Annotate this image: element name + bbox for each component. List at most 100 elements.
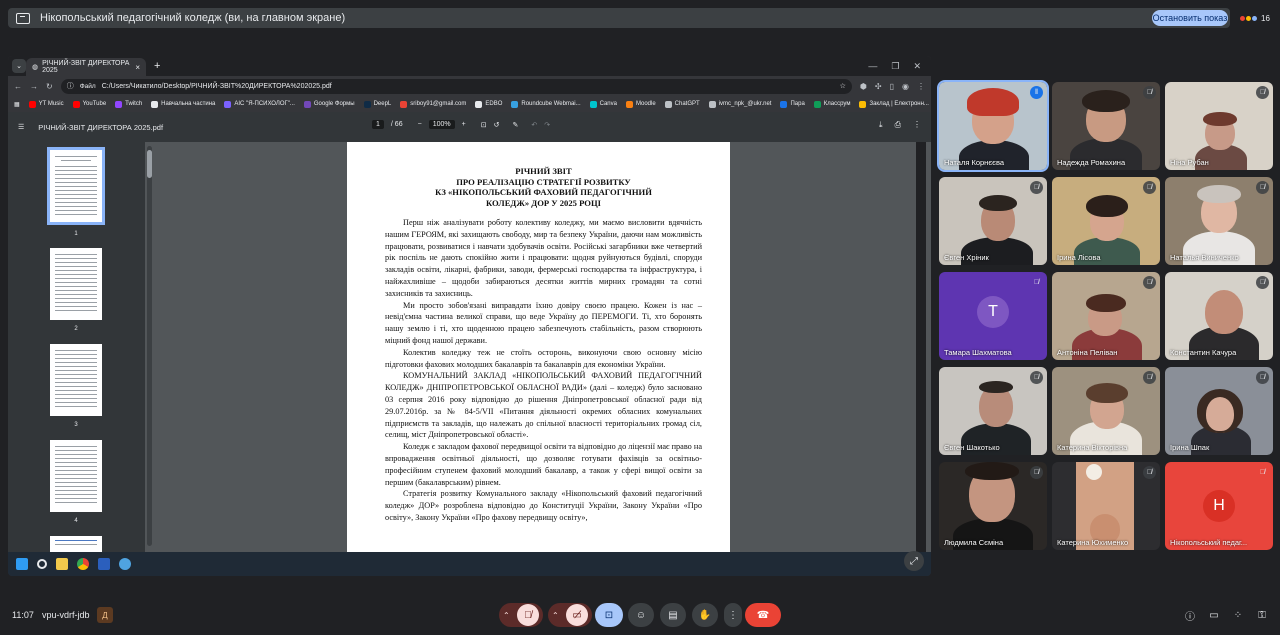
leave-call-button[interactable]: ☎: [745, 603, 781, 627]
restore-icon[interactable]: ❐: [891, 61, 899, 72]
bookmark-item[interactable]: Moodle: [625, 100, 656, 108]
window-close-icon[interactable]: ✕: [913, 61, 921, 72]
search-icon[interactable]: [37, 559, 47, 569]
participant-tile[interactable]: 🎙̸ Наталья Виниченко: [1165, 177, 1273, 265]
bookmark-item[interactable]: EDBO: [475, 100, 502, 108]
split-view-icon[interactable]: ▯: [890, 82, 894, 91]
rotate-icon[interactable]: ↺: [494, 121, 500, 129]
app-icon[interactable]: [119, 558, 131, 570]
host-controls-icon[interactable]: ⚿: [1254, 607, 1270, 623]
chrome-icon[interactable]: [77, 558, 89, 570]
bookmark-item[interactable]: Навчальна частина: [151, 100, 215, 108]
page-thumbnail[interactable]: [50, 344, 102, 416]
chat-icon[interactable]: ▭: [1206, 607, 1222, 623]
bookmark-item[interactable]: Google Формы: [303, 100, 355, 108]
participant-tile[interactable]: 🎙̸ Ірина Шпак: [1165, 367, 1273, 455]
fit-page-icon[interactable]: ⊡: [481, 121, 487, 129]
participant-tile[interactable]: 🎙̸ Людмила Сєміна: [939, 462, 1047, 550]
new-tab-icon[interactable]: +: [154, 60, 160, 72]
info-icon[interactable]: ⓘ: [67, 81, 74, 91]
present-screen-icon: [16, 12, 30, 24]
back-icon[interactable]: ←: [14, 82, 22, 91]
bookmark-item[interactable]: Canva: [589, 100, 617, 108]
word-icon[interactable]: [98, 558, 110, 570]
mic-options-icon[interactable]: ⌃: [503, 611, 517, 620]
participant-tile[interactable]: 🎙̸ Катерина Юхименко: [1052, 462, 1160, 550]
participant-tile[interactable]: 🎙̸ Константин Качура: [1165, 272, 1273, 360]
browser-tab[interactable]: ◍ РІЧНИЙ-ЗВІТ ДИРЕКТОРА 2025 ×: [26, 58, 146, 76]
pdf-more-icon[interactable]: ⋮: [913, 120, 921, 130]
microphone-control[interactable]: ⌃ 🎙̸: [499, 603, 543, 627]
mic-off-icon[interactable]: 🎙̸: [517, 604, 539, 626]
undo-icon[interactable]: ↶: [531, 121, 537, 129]
zoom-level[interactable]: 100%: [428, 120, 455, 129]
thumbnail-scrollbar[interactable]: [147, 146, 152, 546]
participant-tile[interactable]: 🎙̸ Катерина Вікторівна: [1052, 367, 1160, 455]
bookmark-item[interactable]: Заклад | Електронн...: [859, 100, 929, 108]
reactions-button[interactable]: ☺: [628, 603, 654, 627]
draw-icon[interactable]: ✎: [512, 121, 518, 129]
page-thumbnail[interactable]: [50, 536, 102, 552]
participant-tile[interactable]: 🎙̸ Ірина Лісова: [1052, 177, 1160, 265]
page-thumbnail[interactable]: [50, 248, 102, 320]
stop-presenting-button[interactable]: Остановить показ: [1152, 10, 1228, 26]
participant-tile[interactable]: Н 🎙̸ Нікопольський педаг...: [1165, 462, 1273, 550]
participant-name: Константин Качура: [1170, 348, 1237, 357]
page-number-input[interactable]: 1: [372, 120, 384, 129]
zoom-in-icon[interactable]: +: [462, 121, 466, 128]
raise-hand-button[interactable]: ✋: [692, 603, 718, 627]
more-options-button[interactable]: ⋮: [724, 603, 742, 627]
bookmark-item[interactable]: DeepL: [363, 100, 391, 108]
pdf-sidebar-menu-icon[interactable]: ☰: [18, 123, 24, 131]
bookmark-item[interactable]: YouTube: [72, 100, 106, 108]
mic-off-icon: 🎙̸: [1259, 469, 1266, 476]
participant-tile[interactable]: 🎙̸ Євген Хріник: [939, 177, 1047, 265]
participant-tile[interactable]: ⦀ Наталя Корнєєва: [937, 80, 1049, 172]
page-thumbnail[interactable]: [47, 147, 105, 225]
tab-close-icon[interactable]: ×: [135, 63, 140, 72]
file-explorer-icon[interactable]: [56, 558, 68, 570]
bookmark-item[interactable]: Twitch: [115, 100, 142, 108]
reload-icon[interactable]: ↻: [46, 82, 53, 91]
bookmark-item[interactable]: YT Music: [28, 100, 64, 108]
participant-tile[interactable]: 🎙̸ Антоніна Пеліван: [1052, 272, 1160, 360]
participant-tile[interactable]: 🎙̸ Надежда Ромахина: [1052, 82, 1160, 170]
bookmark-item[interactable]: Пара: [780, 100, 805, 108]
meeting-info-icon[interactable]: ⓘ: [1182, 607, 1198, 623]
participants-count-badge[interactable]: 16: [1240, 10, 1270, 26]
redo-icon[interactable]: ↷: [544, 121, 550, 129]
camera-options-icon[interactable]: ⌃: [552, 611, 566, 620]
bookmark-item[interactable]: sriboy91@gmail.com: [400, 100, 466, 108]
participant-tile[interactable]: 🎙̸ Євген Шакотько: [939, 367, 1047, 455]
tab-search-icon[interactable]: ⌄: [12, 59, 26, 73]
print-icon[interactable]: ⎙: [895, 120, 901, 130]
camera-control[interactable]: ⌃ ▭̸: [548, 603, 592, 627]
bookmark-star-icon[interactable]: ☆: [840, 82, 846, 90]
participant-name: Наталья Виниченко: [1170, 253, 1239, 262]
activities-icon[interactable]: ⁘: [1230, 607, 1246, 623]
expand-icon[interactable]: ⤢: [904, 551, 924, 571]
bookmark-item[interactable]: ivmc_npk_@ukr.net: [708, 100, 771, 108]
minimize-icon[interactable]: —: [868, 61, 877, 72]
participant-tile[interactable]: 🎙̸ Ніна Рубан: [1165, 82, 1273, 170]
address-bar[interactable]: ⓘ Файл C:/Users/Чикатило/Desktop/РІЧНИЙ-…: [60, 78, 852, 94]
present-screen-button[interactable]: ⊡: [595, 603, 623, 627]
camera-off-icon[interactable]: ▭̸: [566, 604, 588, 626]
apps-grid-icon[interactable]: ▦: [14, 101, 20, 108]
extensions-puzzle-icon[interactable]: ✣: [875, 82, 882, 91]
forward-icon[interactable]: →: [30, 82, 38, 91]
windows-start-icon[interactable]: [16, 558, 28, 570]
bookmark-item[interactable]: Классрум: [813, 100, 850, 108]
bookmark-item[interactable]: АІС "Я-ПСИХОЛОГ"...: [224, 100, 295, 108]
extension-icon[interactable]: ⬢: [860, 82, 867, 91]
bookmark-item[interactable]: ChatGPT: [664, 100, 700, 108]
participant-tile[interactable]: T 🎙̸ Тамара Шахматова: [939, 272, 1047, 360]
bookmark-item[interactable]: Roundcube Webmai...: [511, 100, 581, 108]
profile-icon[interactable]: ◉: [902, 82, 909, 91]
download-icon[interactable]: ⤓: [879, 120, 883, 130]
page-thumbnail[interactable]: [50, 440, 102, 512]
zoom-out-icon[interactable]: −: [418, 121, 422, 128]
captions-button[interactable]: ▤: [660, 603, 686, 627]
pdf-scrollbar[interactable]: [916, 142, 926, 552]
browser-menu-icon[interactable]: ⋮: [917, 82, 925, 91]
